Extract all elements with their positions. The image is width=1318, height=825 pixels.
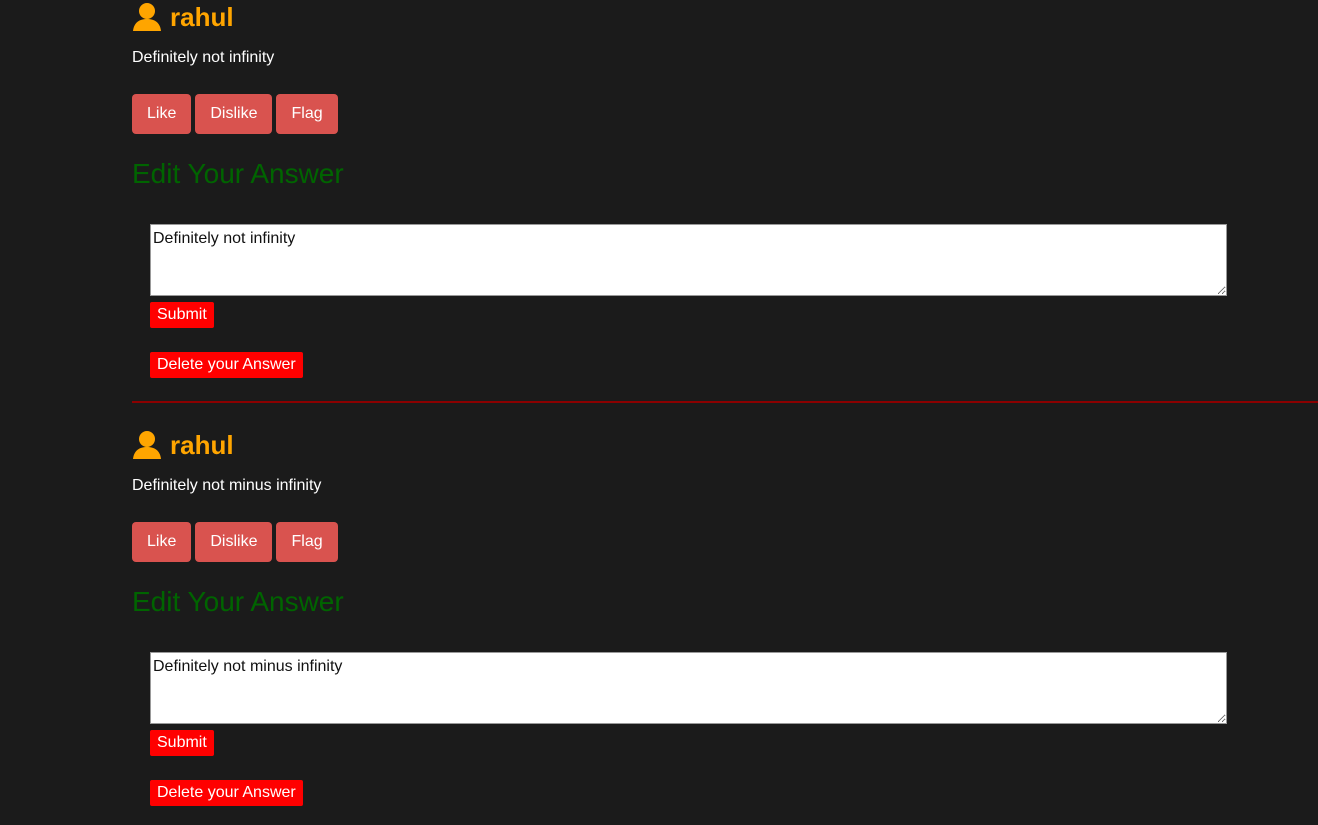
submit-button[interactable]: Submit (150, 730, 214, 756)
submit-button[interactable]: Submit (150, 302, 214, 328)
edit-answer-form: Definitely not infinity Submit Delete yo… (150, 224, 1227, 378)
vote-actions: Like Dislike Flag (132, 522, 342, 562)
answer-author: rahul (132, 428, 234, 462)
delete-answer-button[interactable]: Delete your Answer (150, 780, 303, 806)
answer-divider (132, 401, 1318, 403)
edit-answer-textarea[interactable]: Definitely not infinity (150, 224, 1227, 296)
user-icon (133, 431, 161, 459)
author-name: rahul (170, 430, 234, 460)
edit-answer-heading: Edit Your Answer (132, 158, 344, 189)
like-button[interactable]: Like (132, 94, 192, 134)
vote-actions: Like Dislike Flag (132, 94, 342, 134)
edit-answer-heading: Edit Your Answer (132, 586, 344, 617)
flag-button[interactable]: Flag (276, 94, 338, 134)
answer-author: rahul (132, 0, 234, 34)
edit-answer-form: Definitely not minus infinity Submit Del… (150, 652, 1227, 806)
page: rahul Definitely not infinity Like Disli… (0, 0, 1318, 825)
author-name: rahul (170, 2, 234, 32)
like-button[interactable]: Like (132, 522, 192, 562)
user-icon (133, 3, 161, 31)
flag-button[interactable]: Flag (276, 522, 338, 562)
delete-answer-button[interactable]: Delete your Answer (150, 352, 303, 378)
answer-text: Definitely not infinity (132, 49, 275, 66)
answer-text: Definitely not minus infinity (132, 477, 322, 494)
dislike-button[interactable]: Dislike (195, 94, 273, 134)
edit-answer-textarea[interactable]: Definitely not minus infinity (150, 652, 1227, 724)
dislike-button[interactable]: Dislike (195, 522, 273, 562)
